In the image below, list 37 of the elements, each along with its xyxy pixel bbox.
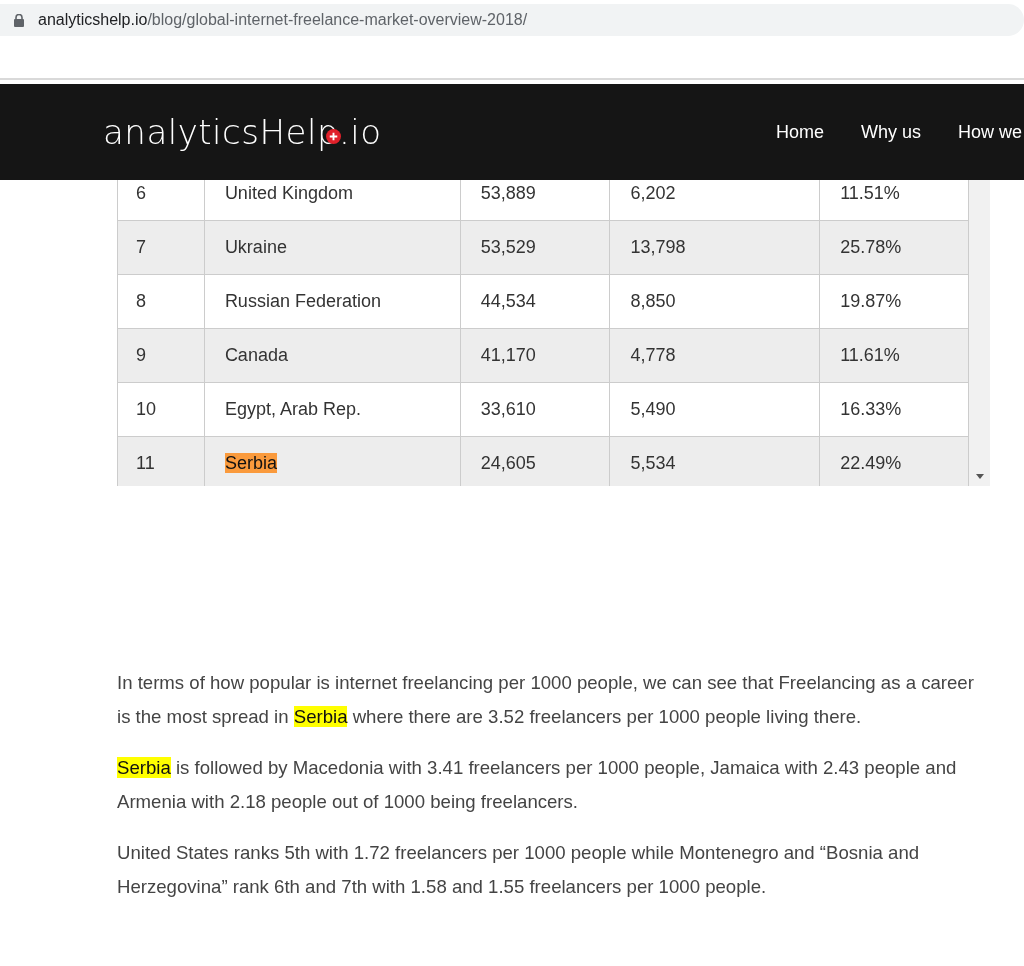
table-cell: 25.78% bbox=[819, 220, 969, 275]
table-cell: 11.61% bbox=[819, 328, 969, 383]
table-cell: 41,170 bbox=[460, 328, 610, 383]
table-cell: 4,778 bbox=[610, 328, 820, 383]
table-cell: Canada bbox=[204, 328, 461, 383]
table-cell: 16.33% bbox=[819, 382, 969, 437]
table-cell: 13,798 bbox=[610, 220, 820, 275]
scroll-down-icon[interactable] bbox=[975, 474, 984, 479]
paragraph: Serbia is followed by Macedonia with 3.41 freelancers per 1000 people, Jamaica with 2.43 people and Armenia with 2.18 people out of 1000 being freelancers. bbox=[117, 756, 958, 814]
table-cell: 9 bbox=[117, 328, 205, 383]
table-cell: 44,534 bbox=[460, 274, 610, 329]
table-cell: Egypt, Arab Rep. bbox=[204, 382, 461, 437]
lock-icon bbox=[14, 13, 24, 27]
table-cell: 10 bbox=[117, 382, 205, 437]
table-cell: 24,605 bbox=[460, 436, 610, 486]
table-cell: 5,534 bbox=[610, 436, 820, 486]
address-bar[interactable]: analyticshelp.io/blog/global-internet-freelance-market-overview-2018/ bbox=[0, 4, 1024, 36]
table-cell: Russian Federation bbox=[204, 274, 461, 329]
table-cell: 8,850 bbox=[610, 274, 820, 329]
table-cell: 19.87% bbox=[819, 274, 969, 329]
nav-link[interactable]: How we bbox=[957, 121, 1022, 143]
table-cell: 5,490 bbox=[610, 382, 820, 437]
site-logo[interactable]: analyticsHelp.io bbox=[103, 112, 382, 152]
table-cell: 33,610 bbox=[460, 382, 610, 437]
table-cell: 8 bbox=[117, 274, 205, 329]
table-cell: 22.49% bbox=[819, 436, 969, 486]
table-cell: Ukraine bbox=[204, 220, 461, 275]
table-cell: 7 bbox=[117, 220, 205, 275]
nav-link[interactable]: Home bbox=[775, 121, 824, 143]
plus-icon bbox=[325, 129, 341, 144]
nav-link[interactable]: Why us bbox=[860, 121, 921, 143]
paragraph: United States ranks 5th with 1.72 freelancers per 1000 people while Montenegro and “Bosnia and Herzegovina” rank 6th and 7th with 1.58 and 1.55 freelancers per 1000 people. bbox=[117, 841, 921, 899]
table-cell: 11 bbox=[117, 436, 205, 486]
url-text: analyticshelp.io/blog/global-internet-freelance-market-overview-2018/ bbox=[38, 11, 528, 29]
scrollbar[interactable] bbox=[969, 180, 990, 486]
highlighted-text: Serbia bbox=[224, 453, 277, 473]
table-cell: 53,529 bbox=[460, 220, 610, 275]
